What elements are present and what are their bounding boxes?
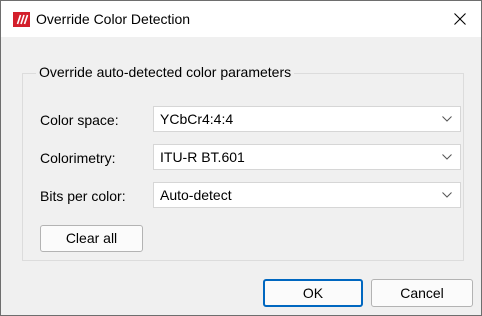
app-logo-icon xyxy=(13,12,30,27)
override-color-dialog: Override Color Detection Override auto-d… xyxy=(0,0,482,316)
cancel-button[interactable]: Cancel xyxy=(371,279,473,307)
chevron-down-icon xyxy=(442,192,452,198)
chevron-down-icon xyxy=(442,154,452,160)
chevron-down-icon xyxy=(442,116,452,122)
bits-per-color-label: Bits per color: xyxy=(40,188,126,204)
group-legend: Override auto-detected color parameters xyxy=(36,64,295,81)
colorimetry-value: ITU-R BT.601 xyxy=(160,149,245,165)
ok-button[interactable]: OK xyxy=(263,279,363,307)
color-space-label: Color space: xyxy=(40,112,119,128)
colorimetry-label: Colorimetry: xyxy=(40,150,116,166)
color-space-value: YCbCr4:4:4 xyxy=(160,111,234,127)
color-space-dropdown[interactable]: YCbCr4:4:4 xyxy=(153,106,461,132)
bits-per-color-dropdown[interactable]: Auto-detect xyxy=(153,182,461,208)
bits-per-color-value: Auto-detect xyxy=(160,187,232,203)
close-icon xyxy=(454,13,466,25)
clear-all-button[interactable]: Clear all xyxy=(40,225,143,252)
colorimetry-dropdown[interactable]: ITU-R BT.601 xyxy=(153,144,461,170)
close-button[interactable] xyxy=(439,1,481,37)
title-bar[interactable]: Override Color Detection xyxy=(1,1,481,37)
window-title: Override Color Detection xyxy=(36,11,191,27)
